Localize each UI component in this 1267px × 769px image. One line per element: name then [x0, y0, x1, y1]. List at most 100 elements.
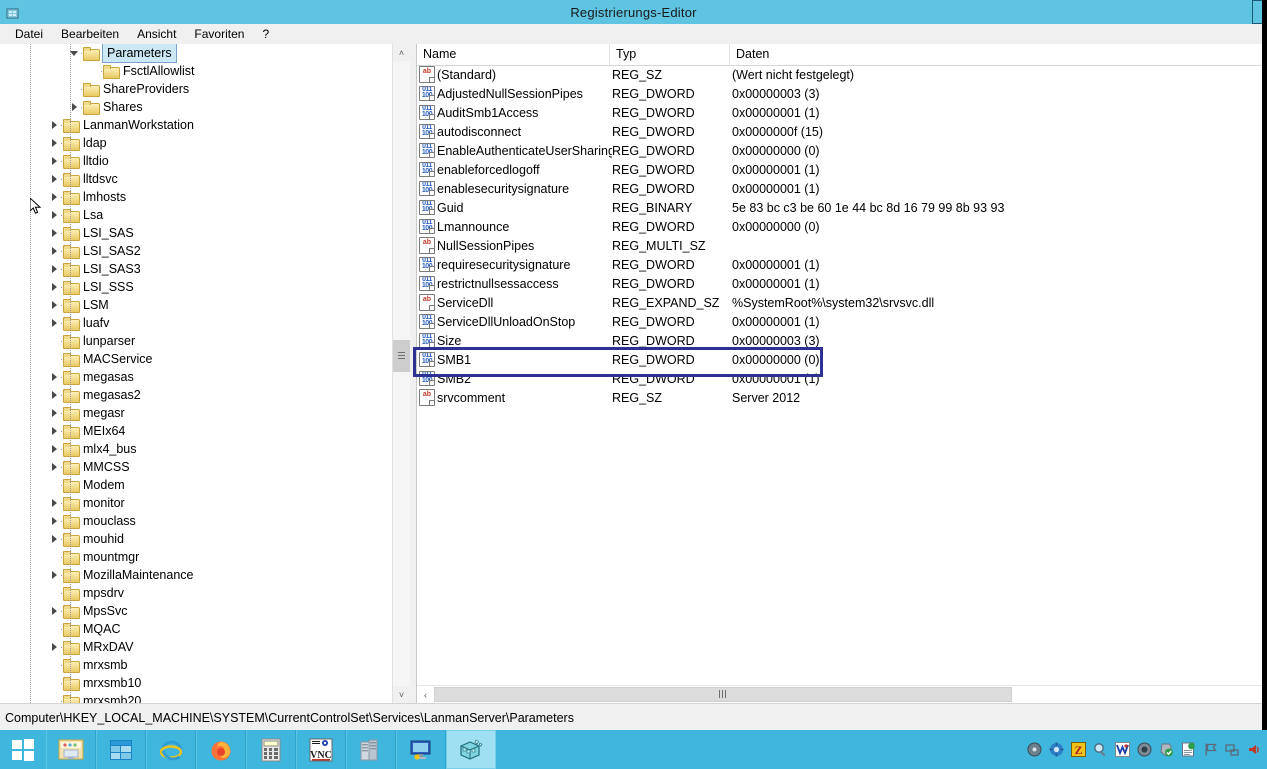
chevron-right-icon[interactable] — [50, 426, 61, 437]
chevron-right-icon[interactable] — [50, 264, 61, 275]
chevron-right-icon[interactable] — [50, 408, 61, 419]
disc-icon[interactable] — [1026, 741, 1043, 758]
flag-icon[interactable] — [1202, 741, 1219, 758]
tree-item-mqac[interactable]: MQAC — [0, 620, 410, 638]
tree-item-megasas[interactable]: megasas — [0, 368, 410, 386]
vmware-icon[interactable] — [1114, 741, 1131, 758]
chevron-right-icon[interactable] — [50, 228, 61, 239]
table-row[interactable]: 011 100 enableforcedlogoff REG_DWORD 0x00000… — [417, 160, 1267, 179]
chevron-right-icon[interactable] — [50, 534, 61, 545]
menu-item-favoriten[interactable]: Favoriten — [185, 26, 253, 42]
table-row[interactable]: 011 100 Size REG_DWORD 0x00000003 (3) — [417, 331, 1267, 350]
shield-check-icon[interactable] — [1158, 741, 1175, 758]
taskbar-item-server-manager[interactable] — [96, 730, 146, 769]
chevron-right-icon[interactable] — [50, 210, 61, 221]
tree-item-parameters[interactable]: Parameters — [0, 44, 410, 63]
tree-item-mouclass[interactable]: mouclass — [0, 512, 410, 530]
column-header-typ[interactable]: Typ — [610, 44, 730, 65]
tree-item-mrxsmb20[interactable]: mrxsmb20 — [0, 692, 410, 703]
menu-item-bearbeiten[interactable]: Bearbeiten — [52, 26, 128, 42]
chevron-right-icon[interactable] — [50, 498, 61, 509]
chevron-right-icon[interactable] — [50, 156, 61, 167]
tree-item-lsi-sss[interactable]: LSI_SSS — [0, 278, 410, 296]
tree-item-macservice[interactable]: MACService — [0, 350, 410, 368]
tree-item-lsi-sas2[interactable]: LSI_SAS2 — [0, 242, 410, 260]
table-row[interactable]: 011 100 SMB2 REG_DWORD 0x00000001 (1) — [417, 369, 1267, 388]
chevron-right-icon[interactable] — [50, 174, 61, 185]
table-row[interactable]: 011 100 autodisconnect REG_DWORD 0x0000000f … — [417, 122, 1267, 141]
table-row[interactable]: 011 100 EnableAuthenticateUserSharing REG_D… — [417, 141, 1267, 160]
tree-item-lltdsvc[interactable]: lltdsvc — [0, 170, 410, 188]
chevron-right-icon[interactable] — [50, 642, 61, 653]
list-scroll-left-button[interactable]: ‹ — [417, 686, 434, 703]
table-row[interactable]: 011 100 AuditSmb1Access REG_DWORD 0x00000001… — [417, 103, 1267, 122]
z-app-icon[interactable]: Z — [1070, 741, 1087, 758]
tree-item-mmcss[interactable]: MMCSS — [0, 458, 410, 476]
tree-item-mountmgr[interactable]: mountmgr — [0, 548, 410, 566]
settings-wheel-icon[interactable] — [1048, 741, 1065, 758]
table-row[interactable]: 011 100 restrictnullsessaccess REG_DWORD 0x0… — [417, 274, 1267, 293]
tree-item-lsm[interactable]: LSM — [0, 296, 410, 314]
table-row[interactable]: 011 100 enablesecuritysignature REG_DWORD 0x… — [417, 179, 1267, 198]
taskbar-item-calculator[interactable] — [246, 730, 296, 769]
chevron-right-icon[interactable] — [50, 444, 61, 455]
chevron-right-icon[interactable] — [50, 516, 61, 527]
taskbar-item-file-explorer[interactable] — [46, 730, 96, 769]
chevron-right-icon[interactable] — [50, 246, 61, 257]
tree-item-mrxdav[interactable]: MRxDAV — [0, 638, 410, 656]
table-row[interactable]: 011 100 Guid REG_BINARY 5e 83 bc c3 be 60 1e… — [417, 198, 1267, 217]
chevron-right-icon[interactable] — [50, 570, 61, 581]
tree-item-luafv[interactable]: luafv — [0, 314, 410, 332]
chevron-right-icon[interactable] — [50, 390, 61, 401]
tree-item-mpssvc[interactable]: MpsSvc — [0, 602, 410, 620]
tree-item-mouhid[interactable]: mouhid — [0, 530, 410, 548]
chevron-right-icon[interactable] — [50, 300, 61, 311]
list-horizontal-scrollbar[interactable]: ‹ — [417, 685, 1267, 703]
tree-item-lltdio[interactable]: lltdio — [0, 152, 410, 170]
tree-item-lanmanworkstation[interactable]: LanmanWorkstation — [0, 116, 410, 134]
tree-vertical-scrollbar[interactable]: ˄ ˅ — [392, 44, 410, 703]
tree-item-fsctlallowlist[interactable]: FsctlAllowlist — [0, 62, 410, 80]
tree-item-mrxsmb[interactable]: mrxsmb — [0, 656, 410, 674]
tree-item-modem[interactable]: Modem — [0, 476, 410, 494]
tree-item-mlx4-bus[interactable]: mlx4_bus — [0, 440, 410, 458]
volume-icon[interactable] — [1246, 741, 1263, 758]
tree-item-ldap[interactable]: ldap — [0, 134, 410, 152]
tree-scroll-up-button[interactable]: ˄ — [393, 44, 410, 61]
tree-item-lsi-sas[interactable]: LSI_SAS — [0, 224, 410, 242]
tree-item-megasr[interactable]: megasr — [0, 404, 410, 422]
taskbar-item-firefox[interactable] — [196, 730, 246, 769]
tree-scroll-thumb[interactable] — [393, 340, 410, 372]
document-green-icon[interactable] — [1180, 741, 1197, 758]
registry-values-pane[interactable]: Name Typ Daten ab (Standard) REG_SZ (Wert nic… — [416, 44, 1267, 703]
table-row[interactable]: ab ServiceDll REG_EXPAND_SZ %SystemRoot%\sy… — [417, 293, 1267, 312]
tree-item-lsa[interactable]: Lsa — [0, 206, 410, 224]
taskbar-item-internet-explorer[interactable] — [146, 730, 196, 769]
chevron-right-icon[interactable] — [50, 606, 61, 617]
table-row[interactable]: 011 100 ServiceDllUnloadOnStop REG_DWORD 0x0… — [417, 312, 1267, 331]
speaker-icon[interactable] — [1136, 741, 1153, 758]
chevron-right-icon[interactable] — [50, 282, 61, 293]
table-row[interactable]: 011 100 AdjustedNullSessionPipes REG_DWORD 0… — [417, 84, 1267, 103]
tree-item-mrxsmb10[interactable]: mrxsmb10 — [0, 674, 410, 692]
list-column-header[interactable]: Name Typ Daten — [417, 44, 1267, 66]
tree-item-megasas2[interactable]: megasas2 — [0, 386, 410, 404]
tree-item-lunparser[interactable]: lunparser — [0, 332, 410, 350]
chevron-right-icon[interactable] — [50, 462, 61, 473]
table-row[interactable]: 011 100 SMB1 REG_DWORD 0x00000000 (0) — [417, 350, 1267, 369]
magnifier-icon[interactable] — [1092, 741, 1109, 758]
taskbar-item-servers[interactable] — [346, 730, 396, 769]
table-row[interactable]: ab NullSessionPipes REG_MULTI_SZ — [417, 236, 1267, 255]
tree-item-meix64[interactable]: MEIx64 — [0, 422, 410, 440]
menu-item-ansicht[interactable]: Ansicht — [128, 26, 185, 42]
table-row[interactable]: ab (Standard) REG_SZ (Wert nicht festgelegt… — [417, 65, 1267, 84]
tree-scroll-down-button[interactable]: ˅ — [393, 686, 410, 703]
table-row[interactable]: ab srvcomment REG_SZ Server 2012 — [417, 388, 1267, 407]
taskbar-item-remote-desktop[interactable] — [396, 730, 446, 769]
start-button[interactable] — [0, 730, 46, 769]
tree-item-lmhosts[interactable]: lmhosts — [0, 188, 410, 206]
taskbar-item-vnc-viewer[interactable]: VNC — [296, 730, 346, 769]
tree-item-lsi-sas3[interactable]: LSI_SAS3 — [0, 260, 410, 278]
chevron-right-icon[interactable] — [50, 318, 61, 329]
registry-tree-pane[interactable]: Parameters FsctlAllowlist ShareProviders Sh… — [0, 44, 410, 703]
